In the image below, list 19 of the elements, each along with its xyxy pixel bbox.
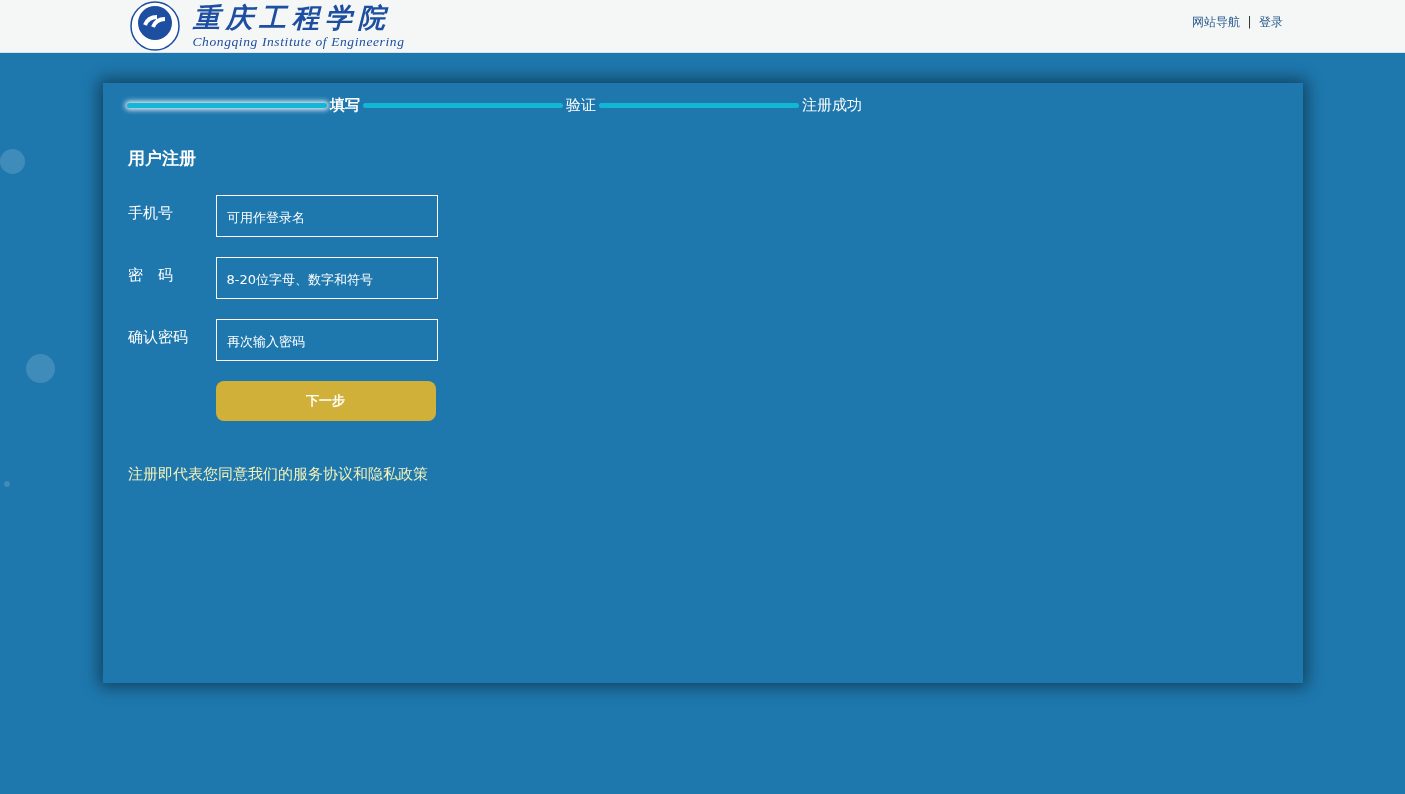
college-name: 重庆工程学院 [192, 3, 392, 31]
decorative-bubble [26, 354, 55, 383]
login-link[interactable]: 登录 [1258, 13, 1283, 31]
step-label: 验证 [565, 96, 596, 115]
agreement-text: 注册即代表您同意我们的服务协议和隐私政策 [127, 465, 429, 484]
field-label: 密 码 [127, 266, 174, 285]
decorative-bubble [4, 481, 10, 487]
input-field[interactable]: 再次输入密码 [215, 319, 438, 361]
form-title: 用户注册 [127, 147, 197, 170]
step-label: 填写 [329, 96, 360, 115]
field-label: 确认密码 [127, 328, 189, 347]
college-name-english: Chongqing Institute of Engineering [192, 34, 405, 49]
site-nav-link[interactable]: 网站导航 [1192, 13, 1241, 31]
input-field[interactable]: 8-20位字母、数字和符号 [215, 257, 438, 299]
field-label: 手机号 [127, 204, 174, 223]
link-separator: | [1247, 15, 1252, 29]
input-field[interactable]: 可用作登录名 [215, 195, 438, 237]
step-label: 注册成功 [801, 96, 862, 115]
decorative-bubble [0, 149, 25, 174]
